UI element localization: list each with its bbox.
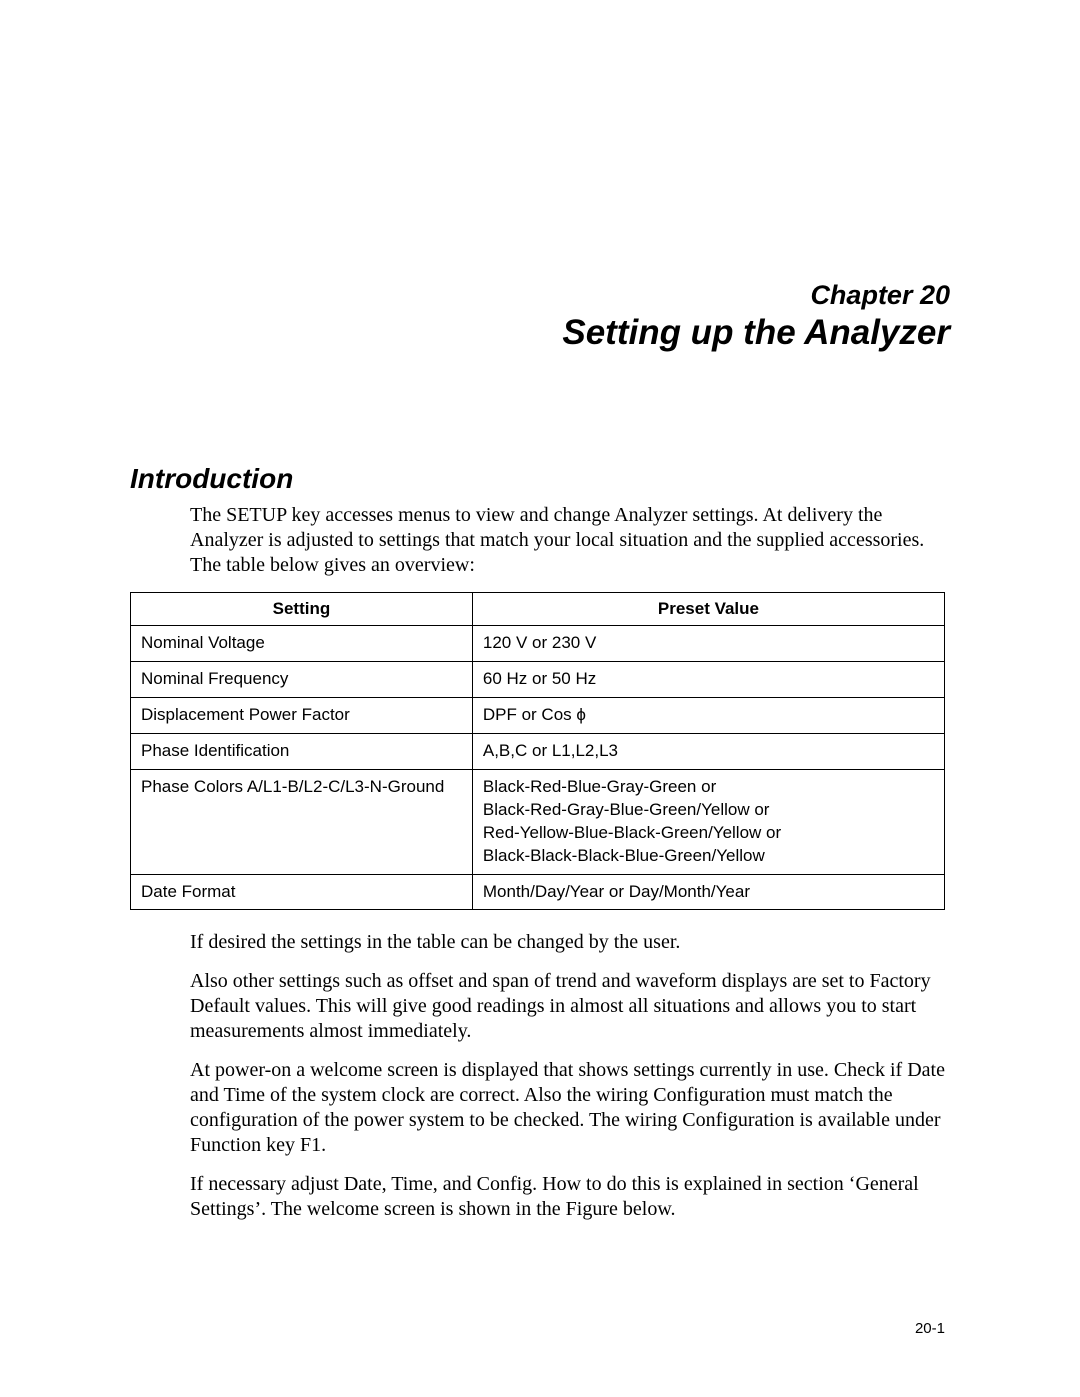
section-heading: Introduction bbox=[130, 463, 950, 495]
table-row: Displacement Power FactorDPF or Cos ϕ bbox=[131, 697, 945, 733]
body-paragraph: If desired the settings in the table can… bbox=[190, 930, 950, 955]
intro-paragraph: The SETUP key accesses menus to view and… bbox=[190, 503, 950, 578]
cell-setting: Date Format bbox=[131, 874, 473, 910]
page-number: 20-1 bbox=[915, 1320, 945, 1337]
cell-setting: Nominal Voltage bbox=[131, 626, 473, 662]
table-row: Phase IdentificationA,B,C or L1,L2,L3 bbox=[131, 733, 945, 769]
cell-preset: A,B,C or L1,L2,L3 bbox=[472, 733, 944, 769]
table-row: Nominal Voltage120 V or 230 V bbox=[131, 626, 945, 662]
table-header-row: Setting Preset Value bbox=[131, 593, 945, 626]
cell-setting: Phase Identification bbox=[131, 733, 473, 769]
cell-setting: Displacement Power Factor bbox=[131, 697, 473, 733]
cell-preset: DPF or Cos ϕ bbox=[472, 697, 944, 733]
header-preset: Preset Value bbox=[472, 593, 944, 626]
cell-preset: Month/Day/Year or Day/Month/Year bbox=[472, 874, 944, 910]
header-setting: Setting bbox=[131, 593, 473, 626]
cell-setting: Nominal Frequency bbox=[131, 661, 473, 697]
settings-table: Setting Preset Value Nominal Voltage120 … bbox=[130, 592, 945, 910]
chapter-title: Setting up the Analyzer bbox=[130, 313, 950, 353]
chapter-label: Chapter 20 bbox=[130, 280, 950, 311]
cell-preset: 60 Hz or 50 Hz bbox=[472, 661, 944, 697]
table-row: Nominal Frequency60 Hz or 50 Hz bbox=[131, 661, 945, 697]
page-container: Chapter 20 Setting up the Analyzer Intro… bbox=[0, 0, 1080, 1296]
body-paragraph: If necessary adjust Date, Time, and Conf… bbox=[190, 1172, 950, 1222]
cell-setting: Phase Colors A/L1-B/L2-C/L3-N-Ground bbox=[131, 769, 473, 874]
body-paragraph: Also other settings such as offset and s… bbox=[190, 969, 950, 1044]
table-row: Date FormatMonth/Day/Year or Day/Month/Y… bbox=[131, 874, 945, 910]
cell-preset: Black-Red-Blue-Gray-Green or Black-Red-G… bbox=[472, 769, 944, 874]
cell-preset: 120 V or 230 V bbox=[472, 626, 944, 662]
table-row: Phase Colors A/L1-B/L2-C/L3-N-GroundBlac… bbox=[131, 769, 945, 874]
body-paragraph: At power-on a welcome screen is displaye… bbox=[190, 1058, 950, 1158]
